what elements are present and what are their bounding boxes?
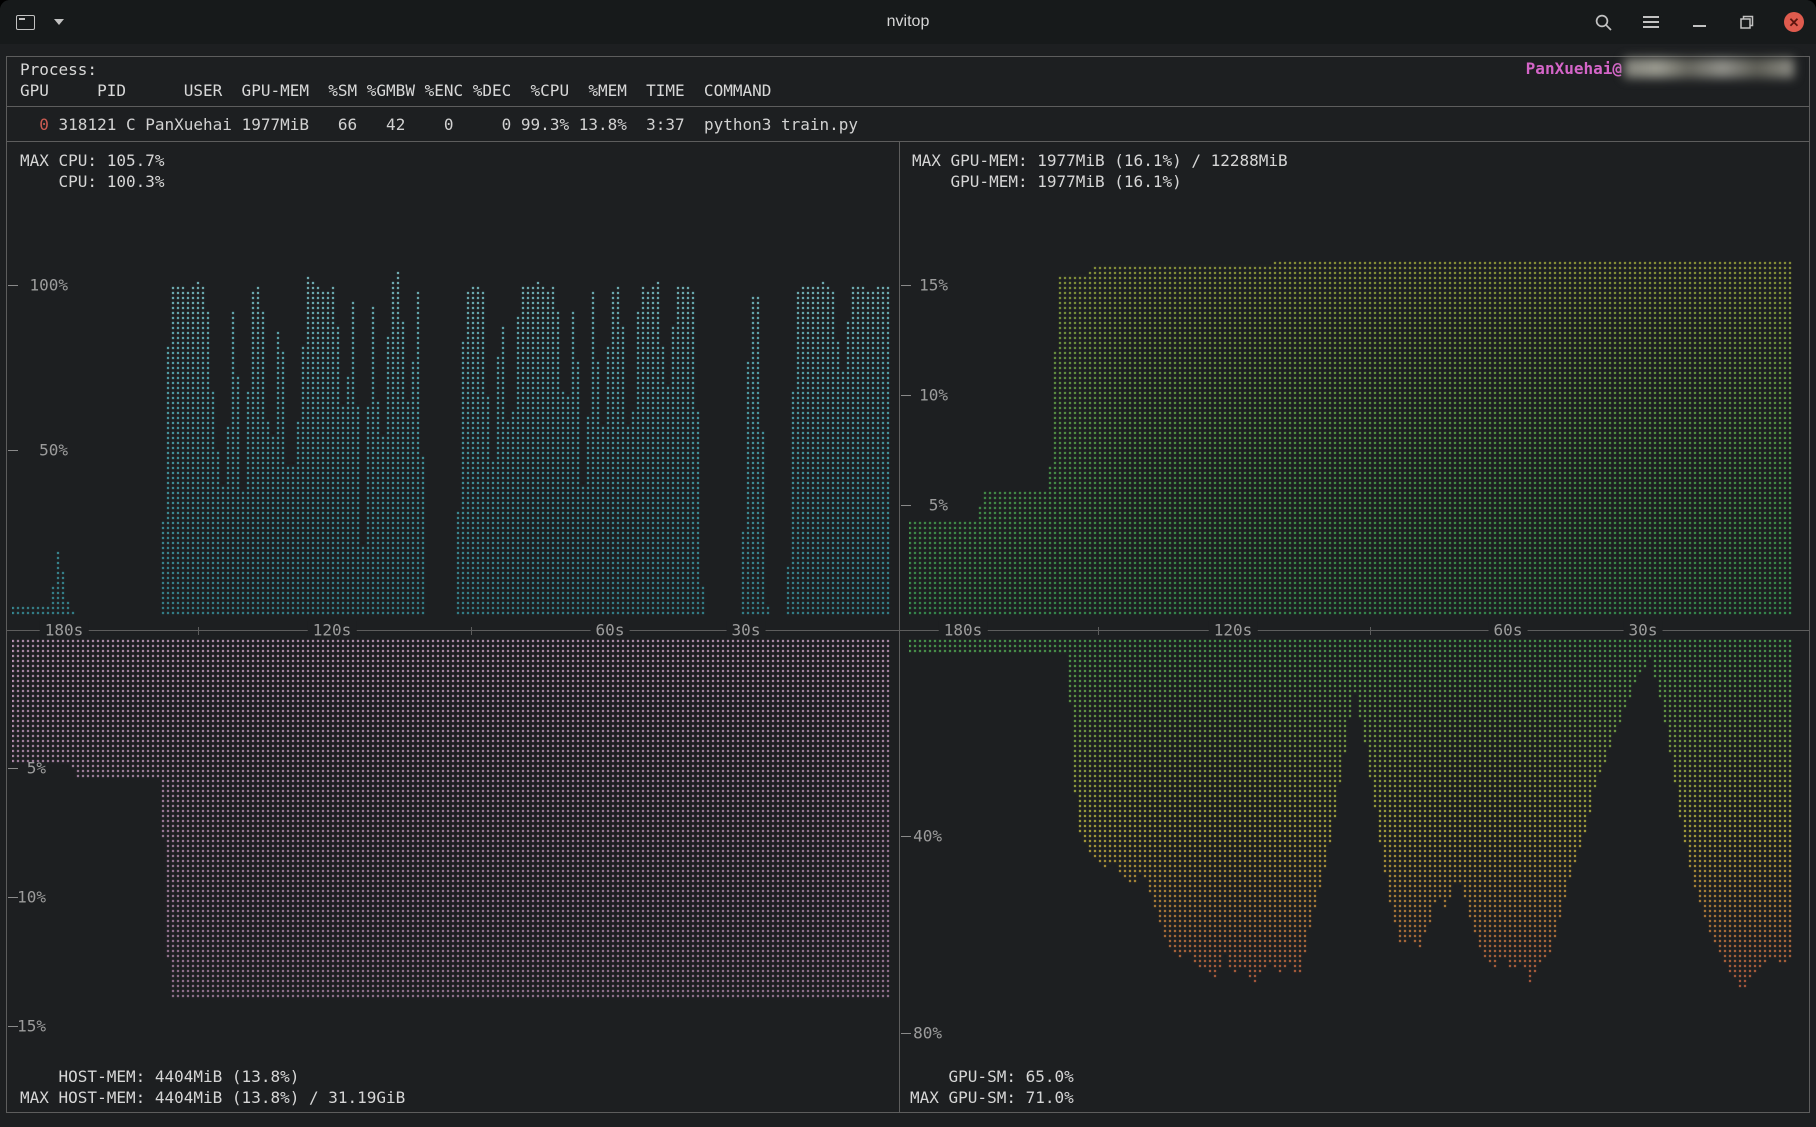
- username-text: PanXuehai@: [1526, 59, 1622, 78]
- y-axis-tick-label: 80%: [852, 1024, 942, 1043]
- time-axis-label: 180s: [40, 621, 89, 640]
- time-axis-tick: [471, 627, 472, 635]
- close-button[interactable]: ✕: [1784, 12, 1804, 32]
- y-axis-tick-label: 10%: [858, 386, 948, 405]
- time-axis-label: 30s: [727, 621, 766, 640]
- process-separator: [7, 141, 1809, 142]
- process-gpu-id: 0: [20, 115, 49, 134]
- session-user: PanXuehai@: [1526, 58, 1794, 78]
- titlebar: nvitop ✕: [0, 0, 1816, 44]
- time-axis-tick: [1098, 627, 1099, 635]
- time-axis-label: 60s: [1489, 621, 1528, 640]
- time-axis-label: 60s: [591, 621, 630, 640]
- maximize-button[interactable]: [1736, 11, 1758, 33]
- gpu-mem-history-chart: [909, 148, 1797, 615]
- time-axis-tick: [198, 627, 199, 635]
- menu-icon[interactable]: [1640, 11, 1662, 33]
- host-mem-history-chart: [12, 639, 893, 1069]
- window-title: nvitop: [0, 0, 1816, 44]
- y-axis-tick-label: 100%: [0, 276, 68, 295]
- y-axis-tick-label: 50%: [0, 441, 68, 460]
- process-row[interactable]: 0 318121 C PanXuehai 1977MiB 66 42 0 0 9…: [20, 115, 858, 134]
- close-x-icon: ✕: [1789, 16, 1800, 29]
- search-icon[interactable]: [1592, 11, 1614, 33]
- time-axis-line: [7, 630, 1809, 631]
- y-axis-tick-label: 15%: [0, 1017, 46, 1036]
- host-mem-stats-text: HOST-MEM: 4404MiB (13.8%) MAX HOST-MEM: …: [20, 1066, 405, 1108]
- y-axis-tick-label: 15%: [858, 276, 948, 295]
- header-separator: [7, 106, 1809, 107]
- time-axis-label: 180s: [939, 621, 988, 640]
- time-axis-label: 120s: [1209, 621, 1258, 640]
- process-panel-title: Process:: [20, 60, 97, 79]
- minimize-button[interactable]: [1688, 11, 1710, 33]
- y-axis-tick-label: 5%: [0, 759, 46, 778]
- gpu-mem-stats-text: MAX GPU-MEM: 1977MiB (16.1%) / 12288MiB …: [912, 150, 1288, 192]
- y-axis-tick-label: 10%: [0, 888, 46, 907]
- process-row-values: 318121 C PanXuehai 1977MiB 66 42 0 0 99.…: [49, 115, 858, 134]
- gpu-sm-stats-text: GPU-SM: 65.0% MAX GPU-SM: 71.0%: [910, 1066, 1074, 1108]
- cpu-history-chart: [12, 148, 893, 615]
- gpu-sm-history-chart: [909, 639, 1797, 1069]
- y-axis-tick-label: 40%: [852, 827, 942, 846]
- terminal-window: nvitop ✕ Process:: [0, 0, 1816, 1127]
- time-axis-tick: [1370, 627, 1371, 635]
- process-table-header: GPU PID USER GPU-MEM %SM %GMBW %ENC %DEC…: [20, 81, 771, 100]
- hostname-redacted: [1624, 58, 1794, 78]
- time-axis-label: 120s: [308, 621, 357, 640]
- time-axis-label: 30s: [1624, 621, 1663, 640]
- cpu-stats-text: MAX CPU: 105.7% CPU: 100.3%: [20, 150, 165, 192]
- y-axis-tick-label: 5%: [858, 496, 948, 515]
